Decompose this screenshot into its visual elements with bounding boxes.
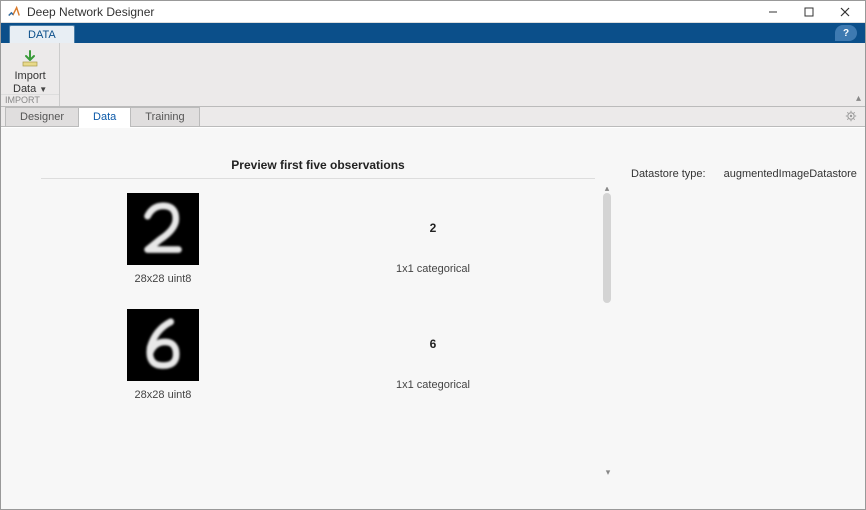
ribbon-tabstrip: DATA ? bbox=[1, 23, 865, 43]
import-label-1: Import bbox=[14, 70, 45, 82]
import-group-label: IMPORT bbox=[1, 94, 59, 106]
tab-training[interactable]: Training bbox=[130, 107, 199, 126]
scroll-down-arrow[interactable]: ▾ bbox=[603, 467, 613, 477]
tab-designer[interactable]: Designer bbox=[5, 107, 79, 126]
observation-image-caption: 28x28 uint8 bbox=[135, 273, 192, 285]
observation-label: 6 bbox=[430, 337, 437, 351]
observation-label: 2 bbox=[430, 221, 437, 235]
observation-label-type: 1x1 categorical bbox=[396, 379, 470, 391]
import-group: Import Data▼ IMPORT bbox=[1, 43, 60, 106]
chevron-down-icon: ▼ bbox=[39, 85, 47, 94]
collapse-toolstrip-icon[interactable]: ▴ bbox=[856, 93, 861, 104]
maximize-button[interactable] bbox=[791, 2, 827, 22]
toolstrip: Import Data▼ IMPORT ▴ bbox=[1, 43, 865, 107]
content-area: Preview first five observations 28x28 ui… bbox=[1, 127, 865, 509]
datastore-type-row: Datastore type: augmentedImageDatastore bbox=[631, 168, 845, 180]
help-icon[interactable]: ? bbox=[835, 25, 857, 41]
ribbon-tab-data[interactable]: DATA bbox=[9, 25, 75, 43]
import-icon bbox=[20, 49, 40, 69]
info-panel: Datastore type: augmentedImageDatastore bbox=[623, 138, 853, 499]
observation-label-column: 6 1x1 categorical bbox=[283, 309, 583, 391]
observation-row: 28x28 uint8 2 1x1 categorical bbox=[23, 187, 593, 303]
document-tabs: Designer Data Training bbox=[1, 107, 865, 127]
preview-title: Preview first five observations bbox=[41, 158, 596, 179]
observation-label-type: 1x1 categorical bbox=[396, 263, 470, 275]
observation-image-caption: 28x28 uint8 bbox=[135, 389, 192, 401]
matlab-icon bbox=[7, 5, 21, 19]
datastore-type-label: Datastore type: bbox=[631, 168, 706, 180]
datastore-type-value: augmentedImageDatastore bbox=[724, 168, 857, 180]
observation-image bbox=[127, 309, 199, 381]
import-data-button[interactable]: Import Data▼ bbox=[9, 47, 51, 98]
gear-icon[interactable] bbox=[845, 110, 857, 125]
scrollbar-thumb[interactable] bbox=[603, 193, 611, 303]
observation-list[interactable]: 28x28 uint8 2 1x1 categorical bbox=[23, 187, 613, 487]
observation-row: 28x28 uint8 6 1x1 categorical bbox=[23, 303, 593, 419]
observation-image-column: 28x28 uint8 bbox=[103, 193, 223, 285]
minimize-button[interactable] bbox=[755, 2, 791, 22]
close-button[interactable] bbox=[827, 2, 863, 22]
observation-label-column: 2 1x1 categorical bbox=[283, 193, 583, 275]
tab-data[interactable]: Data bbox=[78, 107, 131, 126]
preview-panel: Preview first five observations 28x28 ui… bbox=[13, 138, 623, 499]
titlebar: Deep Network Designer bbox=[1, 1, 865, 23]
window-title: Deep Network Designer bbox=[27, 5, 755, 19]
observation-image bbox=[127, 193, 199, 265]
app-window: Deep Network Designer DATA ? Import bbox=[0, 0, 866, 510]
observation-image-column: 28x28 uint8 bbox=[103, 309, 223, 401]
